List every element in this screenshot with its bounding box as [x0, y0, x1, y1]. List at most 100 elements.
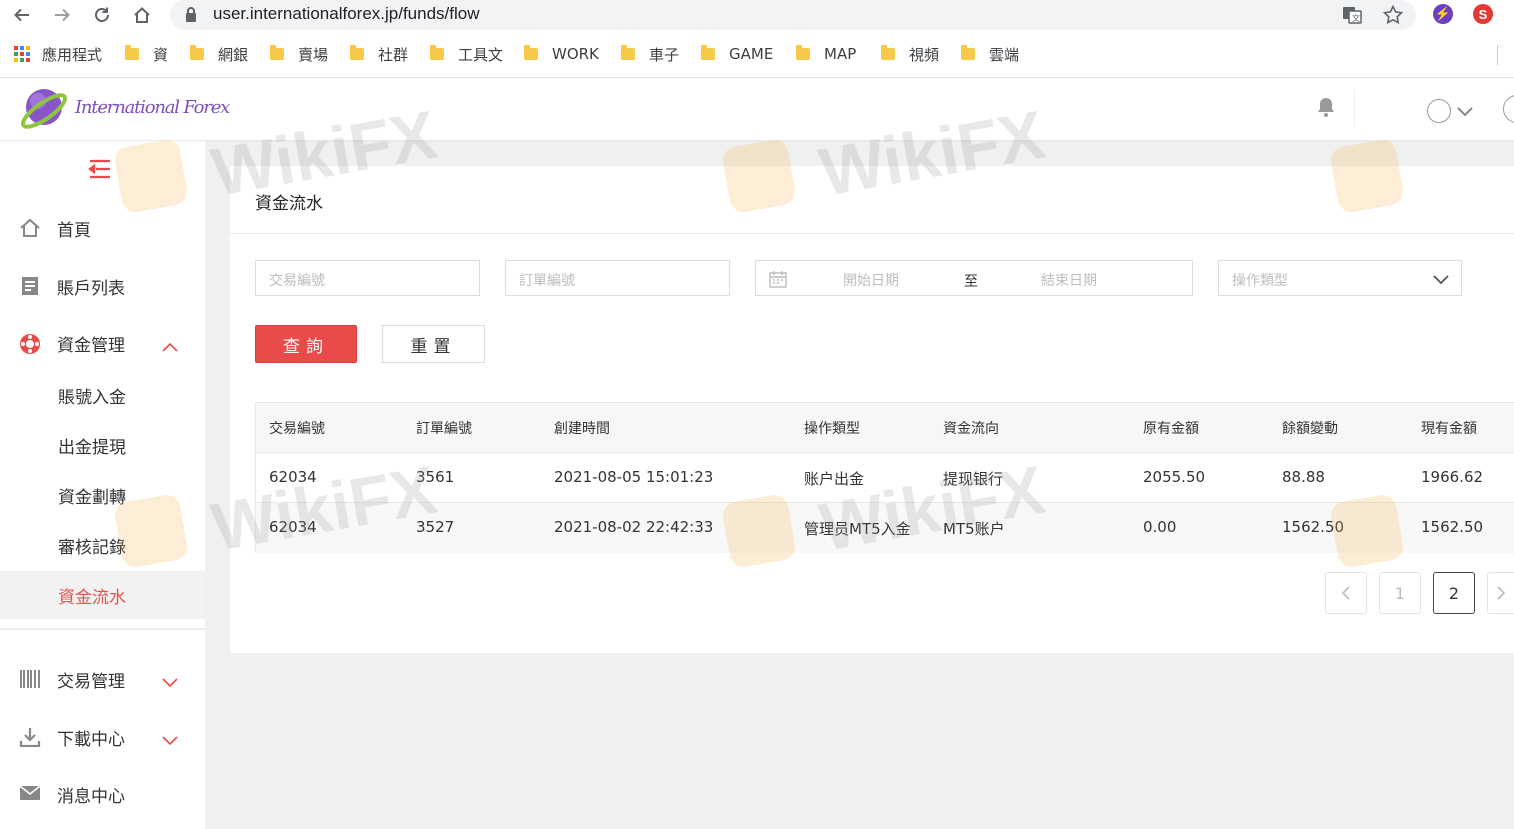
page-button-current[interactable]: 2 [1433, 572, 1475, 614]
account-icon[interactable] [1503, 95, 1514, 123]
address-bar[interactable]: user.internationalforex.jp/funds/flow 文 [170, 0, 1416, 30]
bookmark-label: 網銀 [218, 45, 249, 64]
bookmark-label: 資 [153, 45, 169, 64]
cell-op-type: 管理员MT5入金 [804, 520, 911, 538]
header-divider [1354, 90, 1355, 126]
next-page-button[interactable] [1487, 572, 1514, 614]
sidebar-item-accounts[interactable]: 賬戶列表 [0, 266, 205, 306]
url-text: user.internationalforex.jp/funds/flow [213, 4, 480, 23]
translate-icon[interactable]: 文 [1342, 5, 1362, 25]
cell-original-amount: 2055.50 [1143, 468, 1206, 486]
bookmark-label: MAP [824, 45, 857, 63]
trade-no-input[interactable]: 交易編號 [255, 260, 480, 296]
sidebar-item-label: 下載中心 [57, 729, 125, 750]
cell-order-no: 3527 [416, 518, 455, 536]
bookmark-folder[interactable]: 車子 [621, 44, 679, 64]
folder-icon [701, 45, 715, 60]
bookmark-folder[interactable]: 資 [125, 44, 168, 64]
cell-created-time: 2021-08-05 15:01:23 [554, 468, 714, 486]
extension-bolt-icon[interactable]: ⚡ [1433, 4, 1453, 24]
home-browser-icon[interactable] [130, 3, 154, 27]
bookmark-folder[interactable]: 賣場 [270, 44, 328, 64]
bookmark-folder[interactable]: 工具文 [430, 44, 503, 64]
bookmark-folder[interactable]: MAP [796, 44, 856, 64]
cell-created-time: 2021-08-02 22:42:33 [554, 518, 714, 536]
bookmark-label: 應用程式 [42, 45, 103, 64]
barcode-icon [19, 669, 41, 689]
sidebar-item-label: 交易管理 [57, 671, 125, 692]
sidebar-item-trading[interactable]: 交易管理 [0, 659, 205, 699]
sidebar-subitem-funds-flow[interactable]: 資金流水 [0, 571, 205, 619]
app-header: International Forex [0, 78, 1514, 140]
sidebar-item-downloads[interactable]: 下載中心 [0, 717, 205, 757]
bookmark-folder[interactable]: 視頻 [881, 44, 939, 64]
reset-button[interactable]: 重置 [382, 325, 485, 363]
browser-toolbar: user.internationalforex.jp/funds/flow 文 … [0, 0, 1514, 31]
column-header: 交易編號 [269, 421, 325, 437]
bookmark-folder[interactable]: 社群 [350, 44, 408, 64]
sidebar-subitem-transfer[interactable]: 資金劃轉 [0, 471, 205, 519]
sidebar-item-label: 賬戶列表 [57, 278, 125, 299]
start-date-placeholder[interactable]: 開始日期 [843, 270, 899, 290]
sidebar-divider [0, 628, 205, 630]
bookmarks-divider [1497, 45, 1498, 65]
sidebar-subitem-label: 資金流水 [58, 587, 126, 608]
folder-icon [270, 45, 284, 60]
cell-trade-no: 62034 [269, 518, 317, 536]
reload-icon[interactable] [90, 3, 114, 27]
cell-fund-direction: 提现银行 [943, 470, 1004, 488]
bookmark-apps[interactable]: 應用程式 [14, 44, 102, 64]
bookmarks-bar: 應用程式 資 網銀 賣場 社群 工具文 WORK 車子 GAME MAP 視頻 … [0, 31, 1514, 78]
mail-icon [19, 784, 41, 804]
folder-icon [621, 45, 635, 60]
cell-op-type: 账户出金 [804, 470, 865, 488]
bookmark-label: WORK [552, 45, 599, 63]
cell-original-amount: 0.00 [1143, 518, 1177, 536]
list-icon [19, 276, 41, 296]
table-header-row: 交易編號 訂單編號 創建時間 操作類型 資金流向 原有金額 餘額變動 現有金額 [256, 403, 1514, 453]
lock-icon [184, 6, 198, 27]
planet-logo-icon[interactable] [18, 83, 70, 135]
order-no-input[interactable]: 訂單編號 [505, 260, 730, 296]
cell-order-no: 3561 [416, 468, 455, 486]
query-button[interactable]: 查詢 [255, 325, 357, 363]
funds-icon [19, 333, 41, 354]
cell-balance-change: 1562.50 [1282, 518, 1345, 536]
folder-icon [881, 45, 895, 60]
sidebar-item-funds[interactable]: 資金管理 [0, 323, 205, 363]
forward-icon[interactable] [50, 3, 74, 27]
sidebar-item-label: 首頁 [57, 220, 91, 241]
logo-text: International Forex [75, 97, 230, 118]
sidebar-subitem-audit[interactable]: 審核記錄 [0, 521, 205, 569]
back-icon[interactable] [10, 3, 34, 27]
cell-current-amount: 1966.62 [1421, 468, 1484, 486]
bookmark-folder[interactable]: WORK [524, 44, 599, 64]
op-type-select[interactable]: 操作類型 [1218, 260, 1462, 296]
chevron-down-icon[interactable] [1456, 103, 1474, 122]
bookmark-folder[interactable]: GAME [701, 44, 773, 64]
folder-icon [190, 45, 204, 60]
sidebar-subitem-withdraw[interactable]: 出金提現 [0, 421, 205, 469]
column-header: 原有金額 [1143, 421, 1199, 437]
date-range-picker[interactable]: 開始日期 至 結束日期 [755, 260, 1193, 296]
menu-collapse-icon[interactable] [88, 159, 112, 183]
user-avatar[interactable] [1427, 99, 1451, 123]
chevron-up-icon [162, 337, 178, 357]
folder-icon [524, 45, 538, 60]
bookmark-folder[interactable]: 雲端 [961, 44, 1019, 64]
bookmark-folder[interactable]: 網銀 [190, 44, 248, 64]
page-button[interactable]: 1 [1379, 572, 1421, 614]
sidebar-subitem-deposit[interactable]: 賬號入金 [0, 371, 205, 419]
bookmark-star-icon[interactable] [1382, 4, 1404, 25]
end-date-placeholder[interactable]: 結束日期 [1041, 270, 1097, 290]
prev-page-button[interactable] [1325, 572, 1367, 614]
extension-s-icon[interactable]: S [1473, 4, 1493, 24]
table-row: 62034 3527 2021-08-02 22:42:33 管理员MT5入金 … [256, 503, 1514, 553]
chevron-down-icon [162, 731, 178, 751]
sidebar-subitem-label: 資金劃轉 [58, 487, 126, 508]
sidebar-item-label: 消息中心 [57, 786, 125, 807]
sidebar-item-messages[interactable]: 消息中心 [0, 774, 205, 814]
sidebar-item-home[interactable]: 首頁 [0, 208, 205, 248]
bell-icon[interactable] [1314, 95, 1338, 123]
folder-icon [350, 45, 364, 60]
